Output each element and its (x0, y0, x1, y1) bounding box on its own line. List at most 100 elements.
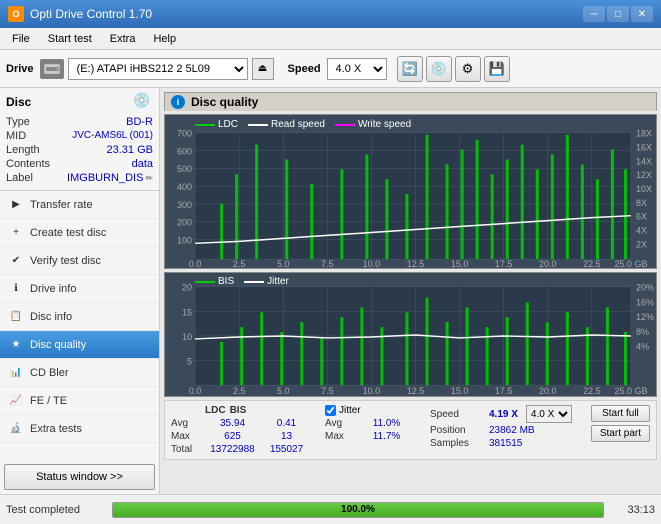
title-bar: O Opti Drive Control 1.70 ─ □ ✕ (0, 0, 661, 28)
svg-text:7.5: 7.5 (321, 386, 334, 396)
stats-panel: LDC BIS Avg 35.94 0.41 Max 625 13 Tota (164, 400, 657, 460)
chart-icon: i (171, 95, 185, 109)
svg-text:12.5: 12.5 (407, 386, 425, 396)
disc-info-icon: 📋 (8, 309, 24, 325)
sidebar-item-verify-test-disc[interactable]: ✔ Verify test disc (0, 247, 159, 275)
svg-text:4%: 4% (636, 342, 649, 352)
jitter-max-label: Max (325, 431, 355, 442)
disc-mid-row: MID JVC-AMS6L (001) (6, 130, 153, 142)
disc-mid-value: JVC-AMS6L (001) (72, 130, 153, 142)
svg-text:2X: 2X (636, 239, 647, 249)
stats-headers: LDC BIS (171, 405, 309, 416)
content-area: i Disc quality LDC Read speed W (160, 88, 661, 494)
svg-text:300: 300 (177, 200, 192, 210)
speed-target-select[interactable]: 4.0 X (526, 405, 572, 423)
progress-bar-fill: 100.0% (113, 503, 603, 517)
speed-value: 4.19 X (489, 409, 518, 420)
status-text: Test completed (6, 504, 106, 516)
legend-ldc-label: LDC (218, 119, 238, 130)
drive-select[interactable]: (E:) ATAPI iHBS212 2 5L09 (68, 58, 248, 80)
samples-value: 381515 (489, 438, 522, 449)
svg-text:6X: 6X (636, 212, 647, 222)
sidebar-item-label-create-test-disc: Create test disc (30, 227, 106, 239)
main-area: Disc 💿 Type BD-R MID JVC-AMS6L (001) Len… (0, 88, 661, 494)
disc-length-label: Length (6, 144, 40, 156)
svg-text:2.5: 2.5 (233, 259, 246, 268)
sidebar-item-label-disc-info: Disc info (30, 311, 72, 323)
stats-avg-label: Avg (171, 418, 201, 429)
disc-panel-icon: 💿 (133, 92, 153, 112)
speed-key: Speed (430, 409, 485, 420)
disc-title: Disc (6, 95, 31, 109)
svg-text:22.5: 22.5 (583, 259, 601, 268)
svg-text:10X: 10X (636, 184, 652, 194)
title-bar-left: O Opti Drive Control 1.70 (8, 6, 152, 22)
nav-items: ▶ Transfer rate + Create test disc ✔ Ver… (0, 191, 159, 460)
svg-text:17.5: 17.5 (495, 259, 513, 268)
jitter-max-value: 11.7% (359, 431, 414, 442)
speed-select[interactable]: 4.0 X (327, 58, 387, 80)
position-row: Position 23862 MB (430, 425, 572, 436)
start-full-button[interactable]: Start full (591, 405, 650, 422)
status-window-button[interactable]: Status window >> (4, 464, 155, 490)
legend-read-speed-color (248, 124, 268, 126)
svg-text:20.0: 20.0 (539, 259, 557, 268)
legend-jitter-label: Jitter (267, 276, 289, 287)
legend-bis-color (195, 281, 215, 283)
maximize-button[interactable]: □ (607, 6, 629, 22)
close-button[interactable]: ✕ (631, 6, 653, 22)
svg-text:12%: 12% (636, 312, 654, 322)
disc-contents-label: Contents (6, 158, 50, 170)
drive-info-icon: ℹ (8, 281, 24, 297)
stats-max-row: Max 625 13 (171, 431, 309, 442)
sidebar-item-disc-quality[interactable]: ★ Disc quality (0, 331, 159, 359)
svg-text:10: 10 (182, 332, 192, 342)
svg-text:500: 500 (177, 164, 192, 174)
bottom-chart-legend: BIS Jitter (195, 276, 289, 287)
save-button[interactable]: 💾 (484, 56, 510, 82)
svg-text:22.5: 22.5 (583, 386, 601, 396)
menu-extra[interactable]: Extra (102, 31, 144, 47)
sidebar-item-cd-bler[interactable]: 📊 CD Bler (0, 359, 159, 387)
refresh-button[interactable]: 🔄 (397, 56, 423, 82)
sidebar-item-create-test-disc[interactable]: + Create test disc (0, 219, 159, 247)
start-part-button[interactable]: Start part (591, 425, 650, 442)
settings-button[interactable]: ⚙ (455, 56, 481, 82)
chart-container: i Disc quality LDC Read speed W (160, 88, 661, 494)
disc-label-row: Label IMGBURN_DIS ✏ (6, 172, 153, 184)
sidebar-item-label-disc-quality: Disc quality (30, 339, 86, 351)
top-chart-svg: 700 600 500 400 300 200 100 18X 16X 14X … (165, 115, 656, 268)
disc-action-button[interactable]: 💿 (426, 56, 452, 82)
legend-jitter: Jitter (244, 276, 289, 287)
samples-row: Samples 381515 (430, 438, 572, 449)
edit-icon[interactable]: ✏ (145, 173, 153, 184)
svg-text:700: 700 (177, 129, 192, 139)
sidebar-item-extra-tests[interactable]: 🔬 Extra tests (0, 415, 159, 443)
sidebar-item-label-cd-bler: CD Bler (30, 367, 69, 379)
minimize-button[interactable]: ─ (583, 6, 605, 22)
stats-total-row: Total 13722988 155027 (171, 444, 309, 455)
svg-text:25.0 GB: 25.0 GB (614, 259, 647, 268)
stats-max-label: Max (171, 431, 201, 442)
svg-text:4X: 4X (636, 226, 647, 236)
stats-ldc-total: 13722988 (205, 444, 260, 455)
sidebar-item-transfer-rate[interactable]: ▶ Transfer rate (0, 191, 159, 219)
top-chart-panel: LDC Read speed Write speed (164, 114, 657, 269)
drive-label: Drive (6, 63, 34, 75)
svg-text:18X: 18X (636, 129, 652, 139)
jitter-checkbox[interactable] (325, 405, 336, 416)
menu-help[interactable]: Help (145, 31, 184, 47)
speed-section: Speed 4.19 X 4.0 X Position 23862 MB Sam… (430, 405, 572, 449)
menu-file[interactable]: File (4, 31, 38, 47)
jitter-avg-row: Avg 11.0% (325, 418, 414, 429)
eject-button[interactable]: ⏏ (252, 58, 274, 80)
drive-select-container: (E:) ATAPI iHBS212 2 5L09 ⏏ (40, 58, 274, 80)
stats-bis-max: 13 (264, 431, 309, 442)
sidebar-item-drive-info[interactable]: ℹ Drive info (0, 275, 159, 303)
stats-ldc-header: LDC (205, 405, 226, 416)
status-bar: Test completed 100.0% 33:13 (0, 494, 661, 524)
svg-text:5.0: 5.0 (277, 386, 290, 396)
sidebar-item-disc-info[interactable]: 📋 Disc info (0, 303, 159, 331)
menu-start-test[interactable]: Start test (40, 31, 100, 47)
sidebar-item-fe-te[interactable]: 📈 FE / TE (0, 387, 159, 415)
